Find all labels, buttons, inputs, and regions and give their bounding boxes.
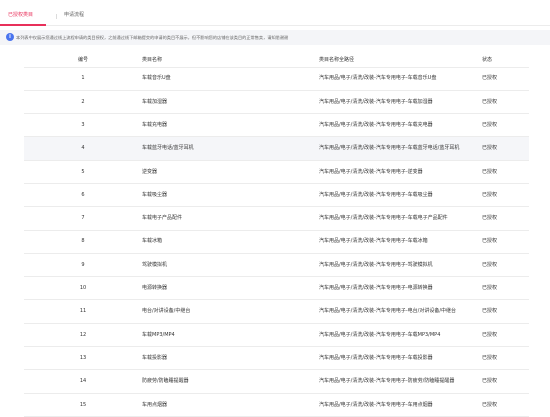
table-row: 3 车载充电器 汽车用品/电子/清洗/改装-汽车专用电子-车载充电器 已授权 [24,113,529,138]
column-header-status: 状态 [482,53,529,68]
cell-status: 已授权 [482,113,529,138]
cell-category-name: 车载蓝牙电话/蓝牙耳机 [142,136,319,161]
category-table: 编号 类目名称 类目名称全路径 状态 1 车载音乐U盘 汽车用品/电子/清洗/改装-… [24,53,529,417]
cell-status: 已授权 [482,183,529,208]
cell-category-name: 电源转换器 [142,276,319,301]
cell-id: 14 [24,369,142,394]
cell-status: 已授权 [482,230,529,254]
table-row: 5 逆变器 汽车用品/电子/清洗/改装-汽车专用电子-逆变器 已授权 [24,160,529,184]
cell-category-name: 车载充电器 [142,113,319,138]
column-header-id: 编号 [24,53,142,68]
cell-category-path: 汽车用品/电子/清洗/改装-汽车专用电子-车用点烟器 [319,393,482,417]
cell-category-path: 汽车用品/电子/清洗/改装-汽车专用电子-车载MP3/MP4 [319,323,482,348]
table-row: 9 驾驶模拟机 汽车用品/电子/清洗/改装-汽车专用电子-驾驶模拟机 已授权 [24,253,529,278]
notice-text: 本列表中仅展示您通过线上流程申请的类目授权，之前通过线下邮箱提交的申请的类目不展… [16,35,289,40]
cell-category-name: 车载投影器 [142,346,319,371]
table-row: 13 车载投影器 汽车用品/电子/清洗/改装-汽车专用电子-车载投影器 已授权 [24,346,529,371]
cell-status: 已授权 [482,67,529,91]
table-row: 1 车载音乐U盘 汽车用品/电子/清洗/改装-汽车专用电子-车载音乐U盘 已授权 [24,67,529,91]
table-row: 8 车载冰箱 汽车用品/电子/清洗/改装-汽车专用电子-车载冰箱 已授权 [24,230,529,254]
info-icon: i [6,33,14,41]
cell-category-path: 汽车用品/电子/清洗/改装-汽车专用电子-逆变器 [319,160,482,184]
cell-category-path: 汽车用品/电子/清洗/改装-汽车专用电子-电源转换器 [319,276,482,301]
cell-status: 已授权 [482,253,529,278]
cell-id: 11 [24,299,142,324]
cell-status: 已授权 [482,90,529,115]
cell-category-name: 车载加湿器 [142,90,319,115]
tab-bar: 已授权类目 申请流程 [0,0,550,26]
cell-id: 6 [24,183,142,208]
cell-category-path: 汽车用品/电子/清洗/改装-汽车专用电子-车载投影器 [319,346,482,371]
cell-id: 5 [24,160,142,184]
cell-id: 2 [24,90,142,115]
table-header-row: 编号 类目名称 类目名称全路径 状态 [24,53,529,68]
cell-id: 10 [24,276,142,301]
cell-status: 已授权 [482,206,529,231]
notice-banner: i 本列表中仅展示您通过线上流程申请的类目授权，之前通过线下邮箱提交的申请的类目… [0,30,550,45]
cell-category-name: 电台/对讲设备/中继台 [142,299,319,324]
tab-authorized-categories[interactable]: 已授权类目 [8,9,33,21]
table-row: 4 车载蓝牙电话/蓝牙耳机 汽车用品/电子/清洗/改装-汽车专用电子-车载蓝牙电话/… [24,136,529,161]
cell-status: 已授权 [482,299,529,324]
active-tab-indicator [0,24,46,26]
table-row: 15 车用点烟器 汽车用品/电子/清洗/改装-汽车专用电子-车用点烟器 已授权 [24,393,529,417]
cell-category-path: 汽车用品/电子/清洗/改装-汽车专用电子-防疲劳/防瞌睡提醒器 [319,369,482,394]
cell-category-path: 汽车用品/电子/清洗/改装-汽车专用电子-车载音乐U盘 [319,67,482,91]
cell-category-name: 逆变器 [142,160,319,184]
table-row: 11 电台/对讲设备/中继台 汽车用品/电子/清洗/改装-汽车专用电子-电台/对讲设… [24,299,529,324]
cell-category-name: 防疲劳/防瞌睡提醒器 [142,369,319,394]
cell-category-path: 汽车用品/电子/清洗/改装-汽车专用电子-电台/对讲设备/中继台 [319,299,482,324]
cell-id: 7 [24,206,142,231]
cell-category-path: 汽车用品/电子/清洗/改装-汽车专用电子-车载冰箱 [319,230,482,254]
table-row: 12 车载MP3/MP4 汽车用品/电子/清洗/改装-汽车专用电子-车载MP3/MP… [24,323,529,348]
cell-category-path: 汽车用品/电子/清洗/改装-汽车专用电子-车载吸尘器 [319,183,482,208]
cell-status: 已授权 [482,136,529,161]
cell-id: 4 [24,136,142,161]
cell-category-name: 车载MP3/MP4 [142,323,319,348]
cell-category-name: 车载音乐U盘 [142,67,319,91]
cell-id: 1 [24,67,142,91]
cell-id: 3 [24,113,142,138]
cell-category-name: 驾驶模拟机 [142,253,319,278]
cell-category-name: 车用点烟器 [142,393,319,417]
cell-status: 已授权 [482,323,529,348]
column-header-path: 类目名称全路径 [319,53,482,68]
cell-id: 13 [24,346,142,371]
cell-id: 8 [24,230,142,254]
table-row: 14 防疲劳/防瞌睡提醒器 汽车用品/电子/清洗/改装-汽车专用电子-防疲劳/防瞌睡… [24,369,529,394]
cell-category-path: 汽车用品/电子/清洗/改装-汽车专用电子-车载蓝牙电话/蓝牙耳机 [319,136,482,161]
cell-id: 15 [24,393,142,417]
cell-status: 已授权 [482,276,529,301]
cell-status: 已授权 [482,369,529,394]
column-header-name: 类目名称 [142,53,319,68]
cell-category-name: 车载电子产品配件 [142,206,319,231]
cell-status: 已授权 [482,160,529,184]
cell-category-path: 汽车用品/电子/清洗/改装-汽车专用电子-车载加湿器 [319,90,482,115]
cell-status: 已授权 [482,393,529,417]
cell-category-path: 汽车用品/电子/清洗/改装-汽车专用电子-车载充电器 [319,113,482,138]
cell-category-path: 汽车用品/电子/清洗/改装-汽车专用电子-驾驶模拟机 [319,253,482,278]
cell-status: 已授权 [482,346,529,371]
cell-id: 9 [24,253,142,278]
table-row: 6 车载吸尘器 汽车用品/电子/清洗/改装-汽车专用电子-车载吸尘器 已授权 [24,183,529,208]
table-row: 2 车载加湿器 汽车用品/电子/清洗/改装-汽车专用电子-车载加湿器 已授权 [24,90,529,115]
tab-application-process[interactable]: 申请流程 [64,9,84,21]
cell-category-path: 汽车用品/电子/清洗/改装-汽车专用电子-车载电子产品配件 [319,206,482,231]
cell-category-name: 车载冰箱 [142,230,319,254]
cell-category-name: 车载吸尘器 [142,183,319,208]
tab-divider [56,14,57,19]
table-row: 7 车载电子产品配件 汽车用品/电子/清洗/改装-汽车专用电子-车载电子产品配件 已授… [24,206,529,231]
cell-id: 12 [24,323,142,348]
table-row: 10 电源转换器 汽车用品/电子/清洗/改装-汽车专用电子-电源转换器 已授权 [24,276,529,301]
